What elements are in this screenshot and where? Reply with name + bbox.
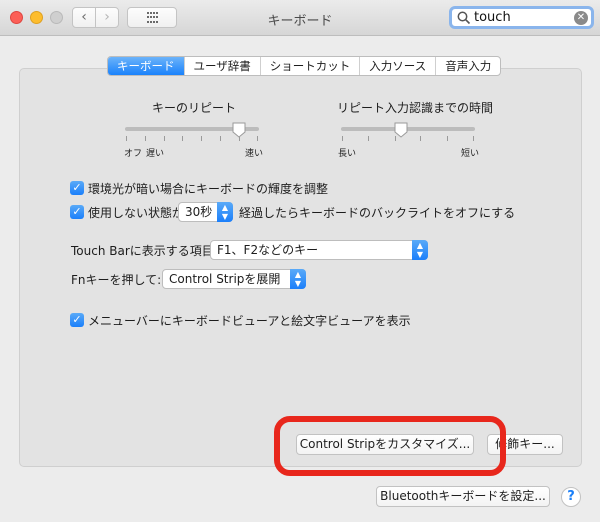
ambient-light-label: 環境光が暗い場合にキーボードの輝度を調整: [88, 182, 329, 196]
clear-search-icon[interactable]: ✕: [574, 11, 588, 25]
backlight-off-label-after: 経過したらキーボードのバックライトをオフにする: [239, 206, 516, 220]
fn-key-value: Control Stripを展開: [169, 272, 281, 286]
backlight-off-label-before: 使用しない状態が: [88, 206, 185, 220]
chevron-updown-icon: ▲ ▼: [217, 202, 233, 222]
backlight-timeout-value: 30秒: [185, 205, 213, 219]
backlight-timeout-select[interactable]: 30秒 ▲ ▼: [178, 202, 233, 222]
key-repeat-fast-label: 速い: [245, 149, 264, 159]
key-repeat-slow-label: 遅い: [146, 149, 165, 159]
tab-bar: キーボード ユーザ辞書 ショートカット 入力ソース 音声入力: [107, 56, 502, 76]
bluetooth-keyboard-setup-button[interactable]: Bluetoothキーボードを設定...: [376, 486, 550, 507]
tab-keyboard[interactable]: キーボード: [108, 57, 184, 75]
fn-key-label: Fnキーを押して:: [71, 273, 162, 287]
tab-user-dictionary[interactable]: ユーザ辞書: [183, 57, 260, 75]
tab-shortcuts[interactable]: ショートカット: [259, 57, 360, 75]
touch-bar-value: F1、F2などのキー: [217, 243, 319, 257]
repeat-delay-short-label: 短い: [461, 149, 480, 159]
repeat-delay-long-label: 長い: [338, 149, 357, 159]
show-viewer-checkbox[interactable]: ✓: [70, 313, 84, 327]
keyboard-settings-panel: [19, 68, 582, 467]
search-field[interactable]: touch ✕: [449, 6, 594, 29]
touch-bar-label: Touch Barに表示する項目:: [71, 244, 218, 258]
show-viewer-label: メニューバーにキーボードビューアと絵文字ビューアを表示: [88, 314, 411, 328]
repeat-delay-slider-knob[interactable]: [394, 122, 408, 138]
chevron-updown-icon: ▲ ▼: [290, 269, 306, 289]
tab-dictation[interactable]: 音声入力: [435, 57, 500, 75]
backlight-off-checkbox[interactable]: ✓: [70, 205, 84, 219]
search-icon: [457, 11, 471, 25]
key-repeat-slider-knob[interactable]: [232, 122, 246, 138]
fn-key-select[interactable]: Control Stripを展開 ▲ ▼: [162, 269, 306, 289]
repeat-delay-label: リピート入力認識までの時間: [337, 101, 494, 115]
chevron-updown-icon: ▲ ▼: [412, 240, 428, 260]
touch-bar-select[interactable]: F1、F2などのキー ▲ ▼: [210, 240, 428, 260]
title-bar: ‹ › キーボード touch ✕: [0, 0, 600, 36]
help-button[interactable]: ?: [561, 487, 581, 507]
search-input[interactable]: touch: [474, 10, 511, 25]
key-repeat-off-label: オフ: [124, 149, 143, 159]
tab-input-sources[interactable]: 入力ソース: [359, 57, 435, 75]
ambient-light-checkbox[interactable]: ✓: [70, 181, 84, 195]
highlight-annotation: [274, 416, 506, 476]
key-repeat-label: キーのリピート: [152, 101, 237, 115]
preferences-window: ‹ › キーボード touch ✕ キーボード ユーザ辞書 ショートカット 入力…: [0, 0, 600, 522]
